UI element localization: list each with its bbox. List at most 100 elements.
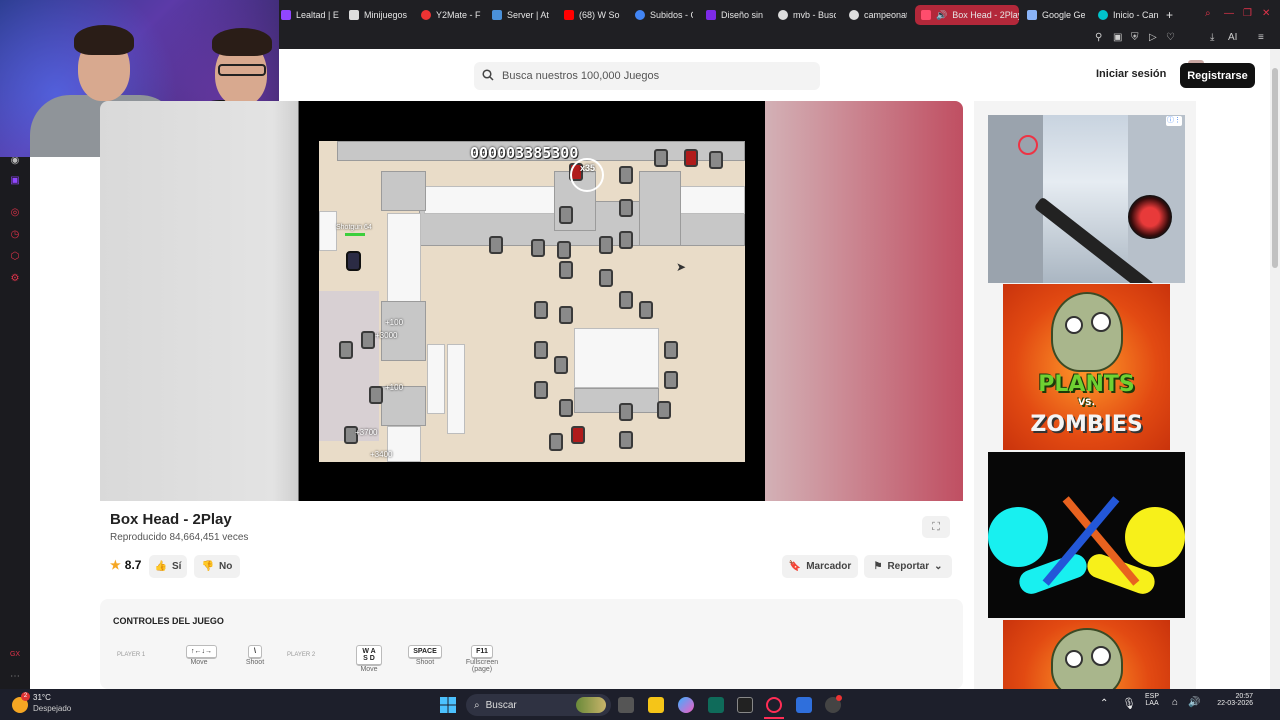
search-highlight-icon xyxy=(576,697,606,713)
stickman-yellow-head xyxy=(1125,507,1185,567)
tab-canva[interactable]: Inicio - Can xyxy=(1098,5,1158,25)
app-icon[interactable] xyxy=(796,697,812,713)
heart-icon[interactable]: ♡ xyxy=(1166,32,1175,43)
history-icon[interactable]: ◷ xyxy=(9,229,21,241)
rating-value: 8.7 xyxy=(124,558,142,572)
tower xyxy=(381,386,426,426)
language-indicator[interactable]: ESP LAA xyxy=(1145,693,1159,707)
ad-plants-vs-zombies-2[interactable] xyxy=(1003,620,1170,690)
play-count: Reproducido 84,664,451 veces xyxy=(110,532,249,543)
windows-start-icon[interactable] xyxy=(440,697,456,713)
tab-google-gemini[interactable]: Google Ge xyxy=(1027,5,1085,25)
crate xyxy=(319,211,337,251)
bookmark-button[interactable]: 🔖 Marcador xyxy=(782,555,858,578)
tab-box-head-active[interactable]: 🔊 Box Head - 2Play xyxy=(915,5,1019,25)
weather-temp: 31°C xyxy=(33,693,51,702)
register-button[interactable]: Registrarse xyxy=(1180,63,1255,88)
windows-taskbar: 2 31°C Despejado ⌕ Buscar ⌃ 🎙 ESP LAA ⌂ … xyxy=(0,689,1280,720)
zombie xyxy=(619,403,633,421)
more-icon[interactable]: ⋯ xyxy=(9,671,21,683)
scrollbar-thumb[interactable] xyxy=(1272,68,1278,268)
tab-y2mate[interactable]: Y2Mate - F xyxy=(421,5,481,25)
gemini-icon xyxy=(1027,10,1037,20)
pvz-logo-zombies: ZOMBIES xyxy=(1030,412,1143,437)
zombie xyxy=(619,431,633,449)
taskbar-search[interactable]: ⌕ Buscar xyxy=(466,694,611,716)
new-tab-button[interactable]: + xyxy=(1166,5,1178,25)
opera-gx-icon[interactable] xyxy=(766,697,782,713)
notification-dot xyxy=(836,695,842,701)
shield-icon[interactable]: ⛨ xyxy=(1131,32,1139,43)
file-explorer-icon[interactable] xyxy=(648,697,664,713)
health-bar xyxy=(345,233,365,236)
tab-lealtad[interactable]: Lealtad | El xyxy=(281,5,339,25)
twitch-icon[interactable]: ▣ xyxy=(9,175,21,187)
tab-mvb[interactable]: mvb - Busc xyxy=(778,5,836,25)
ad-info-icon[interactable]: ⓘ⋮ xyxy=(1166,116,1182,126)
ai-icon[interactable]: AI xyxy=(1228,32,1237,43)
pin-icon[interactable]: ⚲ xyxy=(1095,32,1102,43)
zombie xyxy=(559,306,573,324)
pillar xyxy=(387,213,421,303)
zombie xyxy=(709,151,723,169)
network-icon[interactable]: ⌂ xyxy=(1172,697,1178,708)
zombie xyxy=(654,149,668,167)
task-view-icon[interactable] xyxy=(618,697,634,713)
weather-badge: 2 xyxy=(21,692,30,701)
tab-minijuegos[interactable]: Minijuegos xyxy=(349,5,409,25)
tab-diseno[interactable]: Diseño sin xyxy=(706,5,764,25)
zombie xyxy=(534,301,548,319)
report-button[interactable]: ⚑ Reportar ⌄ xyxy=(864,555,952,578)
control-move-p2: W A S D Move xyxy=(356,645,382,673)
zombie xyxy=(369,386,383,404)
zombie xyxy=(554,356,568,374)
sidebar-target-icon[interactable]: ◎ xyxy=(9,207,21,219)
dislike-button[interactable]: 👎 No xyxy=(194,555,240,578)
zombie xyxy=(339,341,353,359)
tab-subidos[interactable]: Subidos - C xyxy=(635,5,693,25)
tab-campeonat[interactable]: campeonat xyxy=(849,5,907,25)
snapshot-icon[interactable]: ▣ xyxy=(1113,32,1122,43)
settings-icon[interactable]: ⚙ xyxy=(9,273,21,285)
zombie xyxy=(619,291,633,309)
ad-plants-vs-zombies[interactable]: PLANTS VS. ZOMBIES xyxy=(1003,284,1170,450)
zombie xyxy=(361,331,375,349)
taskbar-search-input[interactable]: Buscar xyxy=(486,700,517,711)
zombie xyxy=(657,401,671,419)
minimize-icon[interactable]: — xyxy=(1224,8,1234,19)
tab-favicon-icon xyxy=(281,10,291,20)
search-input[interactable]: Busca nuestros 100,000 Juegos xyxy=(502,70,659,82)
tab-youtube[interactable]: (68) W So xyxy=(564,5,622,25)
volume-icon[interactable]: 🔊 xyxy=(1188,697,1200,708)
app-icon[interactable] xyxy=(708,697,724,713)
download-icon[interactable]: ⤓ xyxy=(1210,32,1214,43)
login-link[interactable]: Iniciar sesión xyxy=(1096,68,1166,80)
menu-icon[interactable]: ≡ xyxy=(1258,32,1264,43)
copilot-icon[interactable] xyxy=(678,697,694,713)
microphone-icon[interactable]: 🎙 xyxy=(1122,697,1136,710)
gx-icon[interactable]: GX xyxy=(9,649,21,661)
zombie-eye xyxy=(1065,316,1083,334)
ad-sniper-game[interactable]: ⓘ⋮ xyxy=(988,115,1185,283)
maximize-icon[interactable]: ❐ xyxy=(1243,8,1252,19)
epic-games-icon[interactable] xyxy=(737,697,753,713)
game-canvas[interactable] xyxy=(319,141,745,462)
fullscreen-icon[interactable]: ⛶ xyxy=(922,516,950,538)
tab-favicon-icon xyxy=(635,10,645,20)
play-icon[interactable]: ▷ xyxy=(1149,32,1157,43)
like-button[interactable]: 👍 Sí xyxy=(149,555,187,578)
close-window-icon[interactable]: ✕ xyxy=(1262,8,1270,19)
cube-icon[interactable]: ⬡ xyxy=(9,251,21,263)
zombie xyxy=(549,433,563,451)
search-tabs-icon[interactable]: ⌕ xyxy=(1205,8,1211,19)
chevron-down-icon: ⌄ xyxy=(934,561,943,572)
search-bar[interactable]: Busca nuestros 100,000 Juegos xyxy=(474,62,820,90)
controls-panel xyxy=(100,599,963,689)
player2-label: PLAYER 2 xyxy=(287,652,316,658)
control-move-p1: ↑←↓→ Move xyxy=(186,645,217,666)
chevron-up-icon[interactable]: ⌃ xyxy=(1100,698,1108,709)
ad-stickman-duel[interactable] xyxy=(988,452,1185,618)
bookmark-icon: 🔖 xyxy=(788,561,802,572)
tab-server[interactable]: Server | At xyxy=(492,5,550,25)
clock[interactable]: 20:57 22-03-2026 xyxy=(1205,693,1253,707)
